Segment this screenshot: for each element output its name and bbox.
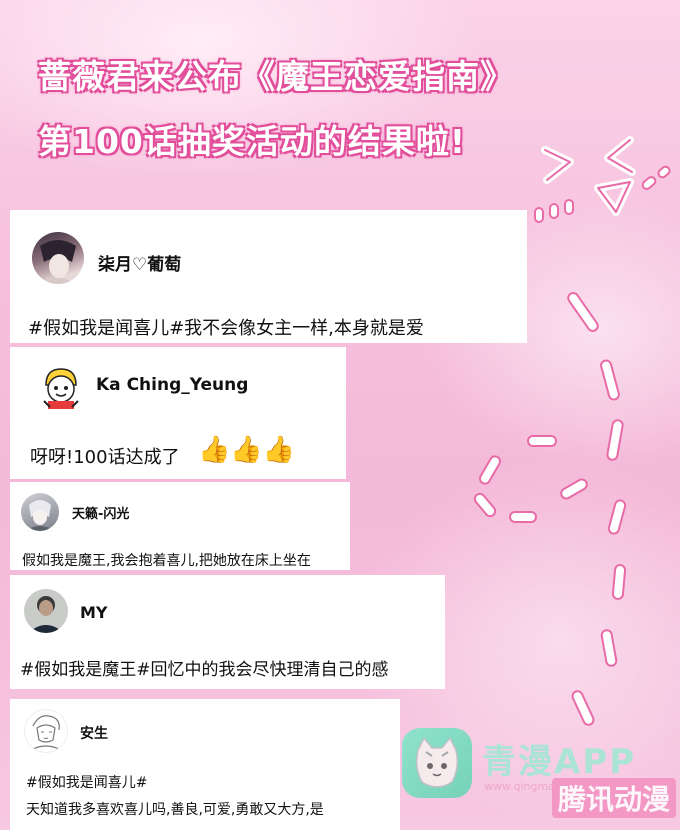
watermark-brand: 青漫APP [482,742,637,782]
username[interactable]: Ka Ching_Yeung [96,375,248,395]
comment-text: #假如我是闻喜儿#我不会像女主一样,本身就是爱 [28,318,424,339]
comment-card: MY #假如我是魔王#回忆中的我会尽快理清自己的感 [10,575,445,689]
comment-card: 天籁-闪光 假如我是魔王,我会抱着喜儿,把她放在床上坐在 [10,482,350,570]
comment-text: #假如我是闻喜儿# [26,775,148,791]
user-avatar[interactable] [24,709,68,753]
comment-text-line-2: 天知道我多喜欢喜儿吗,善良,可爱,勇敢又大方,是 [26,802,324,818]
thumbs-up-emoji: 👍👍👍 [198,435,296,465]
user-avatar[interactable] [21,493,59,531]
username[interactable]: 安生 [80,723,108,743]
watermark: 青漫APP www.qingmanapp.com 腾讯动漫 [402,728,677,823]
comment-card: 柒月♡葡萄 #假如我是闻喜儿#我不会像女主一样,本身就是爱 [10,210,527,343]
user-avatar[interactable] [36,363,86,413]
username[interactable]: 柒月♡葡萄 [98,250,181,275]
comment-text: #假如我是魔王#回忆中的我会尽快理清自己的感 [20,660,389,680]
username[interactable]: 天籁-闪光 [72,503,129,522]
cat-logo-icon [402,728,472,798]
comment-card: 安生 #假如我是闻喜儿# 天知道我多喜欢喜儿吗,善良,可爱,勇敢又大方,是 [10,699,400,830]
username[interactable]: MY [80,603,108,622]
comment-text: 假如我是魔王,我会抱着喜儿,把她放在床上坐在 [22,553,311,569]
user-avatar[interactable] [24,589,68,633]
watermark-sub: 腾讯动漫 [552,778,677,818]
user-avatar[interactable] [32,232,84,284]
comment-text: 呀呀!100话达成了 [30,447,180,468]
comment-card: Ka Ching_Yeung 呀呀!100话达成了 👍👍👍 [10,347,346,479]
